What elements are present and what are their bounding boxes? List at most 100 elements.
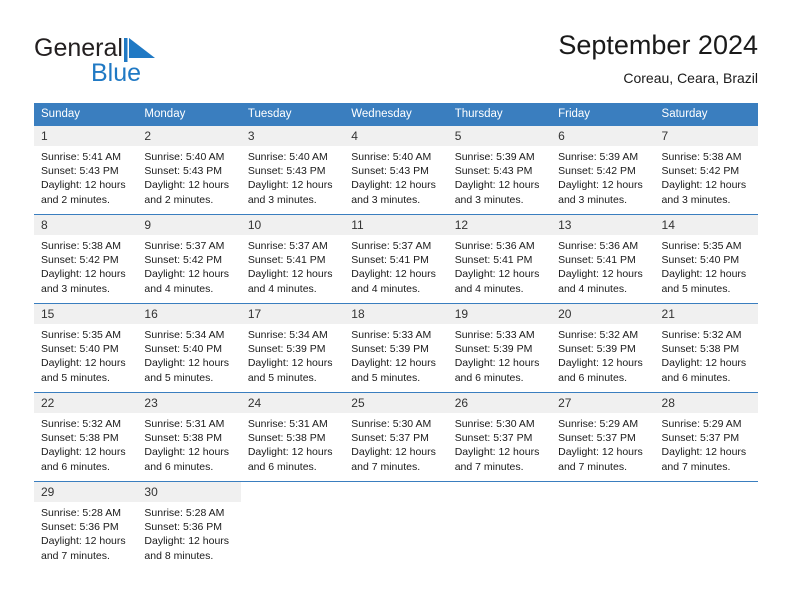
calendar-day-cell[interactable]: 26 Sunrise: 5:30 AM Sunset: 5:37 PM Dayligh… — [447, 392, 552, 482]
daylight-text-line2: and 2 minutes. — [41, 193, 110, 206]
calendar-day-cell-empty — [447, 481, 552, 570]
sunset-text: Sunset: 5:39 PM — [454, 343, 533, 356]
sunrise-text: Sunrise: 5:28 AM — [144, 507, 225, 519]
calendar-day-cell[interactable]: 25 Sunrise: 5:30 AM Sunset: 5:37 PM Dayligh… — [344, 392, 448, 482]
daylight-text-line2: and 4 minutes. — [454, 282, 524, 295]
calendar-day-cell[interactable]: 7 Sunrise: 5:38 AM Sunset: 5:42 PM Daylight… — [654, 125, 758, 215]
daylight-text-line2: and 5 minutes. — [351, 371, 421, 384]
calendar-day-cell[interactable]: 15 Sunrise: 5:35 AM Sunset: 5:40 PM Dayligh… — [34, 303, 138, 393]
calendar-day-cell[interactable]: 4 Sunrise: 5:40 AM Sunset: 5:43 PM Daylight… — [344, 125, 448, 215]
day-info: Sunrise: 5:30 AM Sunset: 5:37 PM Daylight:… — [344, 413, 447, 474]
daylight-text-line2: and 7 minutes. — [661, 460, 731, 473]
calendar-day-cell[interactable]: 16 Sunrise: 5:34 AM Sunset: 5:40 PM Dayligh… — [137, 303, 241, 393]
calendar-day-cell[interactable]: 9 Sunrise: 5:37 AM Sunset: 5:42 PM Daylight… — [137, 214, 241, 304]
calendar-day-cell[interactable]: 13 Sunrise: 5:36 AM Sunset: 5:41 PM Dayligh… — [551, 214, 655, 304]
sunrise-text: Sunrise: 5:34 AM — [144, 329, 225, 341]
calendar-day-cell[interactable]: 5 Sunrise: 5:39 AM Sunset: 5:43 PM Daylight… — [447, 125, 552, 215]
sunset-text: Sunset: 5:40 PM — [661, 254, 740, 267]
calendar-day-cell[interactable]: 12 Sunrise: 5:36 AM Sunset: 5:41 PM Dayligh… — [447, 214, 552, 304]
day-number: 23 — [137, 393, 241, 413]
day-number: 19 — [447, 304, 552, 324]
daylight-text-line1: Daylight: 12 hours — [144, 268, 230, 281]
day-number: 18 — [344, 304, 448, 324]
calendar-day-cell[interactable]: 3 Sunrise: 5:40 AM Sunset: 5:43 PM Daylight… — [240, 125, 345, 215]
daylight-text-line1: Daylight: 12 hours — [41, 179, 126, 192]
brand-logo[interactable]: General Blue — [34, 34, 254, 92]
calendar-day-cell[interactable]: 11 Sunrise: 5:37 AM Sunset: 5:41 PM Dayligh… — [344, 214, 448, 304]
daylight-text-line2: and 7 minutes. — [558, 460, 627, 473]
daylight-text-line2: and 4 minutes. — [558, 282, 627, 295]
calendar-day-cell[interactable]: 28 Sunrise: 5:29 AM Sunset: 5:37 PM Dayligh… — [654, 392, 758, 482]
calendar-day-cell[interactable]: 8 Sunrise: 5:38 AM Sunset: 5:42 PM Daylight… — [34, 214, 138, 304]
daylight-text-line1: Daylight: 12 hours — [144, 535, 230, 548]
day-number: 11 — [344, 215, 448, 235]
daylight-text-line1: Daylight: 12 hours — [247, 179, 333, 192]
day-number: 12 — [447, 215, 552, 235]
sunset-text: Sunset: 5:41 PM — [454, 254, 533, 267]
daylight-text-line2: and 5 minutes. — [41, 371, 110, 384]
sunset-text: Sunset: 5:36 PM — [144, 521, 223, 534]
daylight-text-line2: and 5 minutes. — [144, 371, 214, 384]
sunrise-text: Sunrise: 5:40 AM — [351, 151, 432, 163]
day-number: 16 — [137, 304, 241, 324]
daylight-text-line2: and 7 minutes. — [41, 549, 110, 562]
calendar-day-cell[interactable]: 10 Sunrise: 5:37 AM Sunset: 5:41 PM Dayligh… — [240, 214, 345, 304]
calendar-day-cell[interactable]: 6 Sunrise: 5:39 AM Sunset: 5:42 PM Daylight… — [551, 125, 655, 215]
sunrise-text: Sunrise: 5:34 AM — [247, 329, 328, 341]
day-info: Sunrise: 5:39 AM Sunset: 5:43 PM Daylight:… — [448, 146, 551, 207]
calendar-day-cell[interactable]: 22 Sunrise: 5:32 AM Sunset: 5:38 PM Dayligh… — [34, 392, 138, 482]
day-number: 20 — [551, 304, 655, 324]
calendar-day-cell[interactable]: 1 Sunrise: 5:41 AM Sunset: 5:43 PM Daylight… — [34, 125, 138, 215]
sunrise-text: Sunrise: 5:39 AM — [454, 151, 535, 163]
day-number: 10 — [240, 215, 345, 235]
calendar-day-cell[interactable]: 24 Sunrise: 5:31 AM Sunset: 5:38 PM Dayligh… — [240, 392, 345, 482]
day-info: Sunrise: 5:31 AM Sunset: 5:38 PM Daylight:… — [241, 413, 344, 474]
daylight-text-line1: Daylight: 12 hours — [247, 357, 333, 370]
day-number: 28 — [654, 393, 758, 413]
daylight-text-line2: and 3 minutes. — [41, 282, 110, 295]
day-number: 1 — [34, 126, 138, 146]
sunrise-text: Sunrise: 5:38 AM — [41, 240, 121, 252]
brand-word-blue: Blue — [91, 59, 142, 87]
daylight-text-line2: and 6 minutes. — [558, 371, 627, 384]
calendar-day-cell[interactable]: 17 Sunrise: 5:34 AM Sunset: 5:39 PM Dayligh… — [240, 303, 345, 393]
daylight-text-line2: and 6 minutes. — [247, 460, 317, 473]
sunset-text: Sunset: 5:43 PM — [41, 165, 119, 178]
calendar-day-cell[interactable]: 23 Sunrise: 5:31 AM Sunset: 5:38 PM Dayligh… — [137, 392, 241, 482]
calendar-day-cell[interactable]: 18 Sunrise: 5:33 AM Sunset: 5:39 PM Dayligh… — [344, 303, 448, 393]
sunrise-text: Sunrise: 5:40 AM — [144, 151, 225, 163]
daylight-text-line2: and 6 minutes. — [661, 371, 731, 384]
calendar-day-cell[interactable]: 2 Sunrise: 5:40 AM Sunset: 5:43 PM Daylight… — [137, 125, 241, 215]
calendar-day-cell[interactable]: 14 Sunrise: 5:35 AM Sunset: 5:40 PM Dayligh… — [654, 214, 758, 304]
calendar-day-cell[interactable]: 27 Sunrise: 5:29 AM Sunset: 5:37 PM Dayligh… — [551, 392, 655, 482]
day-number: 9 — [137, 215, 241, 235]
daylight-text-line1: Daylight: 12 hours — [661, 179, 747, 192]
calendar-day-cell[interactable]: 30 Sunrise: 5:28 AM Sunset: 5:36 PM Dayligh… — [137, 481, 241, 570]
day-number: 24 — [240, 393, 345, 413]
day-info: Sunrise: 5:35 AM Sunset: 5:40 PM Daylight:… — [655, 235, 758, 296]
calendar-day-cell[interactable]: 20 Sunrise: 5:32 AM Sunset: 5:39 PM Dayligh… — [551, 303, 655, 393]
sunset-text: Sunset: 5:42 PM — [558, 165, 636, 178]
daylight-text-line2: and 3 minutes. — [247, 193, 317, 206]
sunrise-text: Sunrise: 5:41 AM — [41, 151, 121, 163]
day-info: Sunrise: 5:32 AM Sunset: 5:38 PM Daylight:… — [655, 324, 758, 385]
sunset-text: Sunset: 5:43 PM — [454, 165, 533, 178]
day-number: 22 — [34, 393, 138, 413]
day-info: Sunrise: 5:37 AM Sunset: 5:42 PM Daylight:… — [137, 235, 240, 296]
day-number: 25 — [344, 393, 448, 413]
day-number: 14 — [654, 215, 758, 235]
calendar-day-cell[interactable]: 19 Sunrise: 5:33 AM Sunset: 5:39 PM Dayligh… — [447, 303, 552, 393]
day-number: 21 — [654, 304, 758, 324]
brand-word-general: General — [34, 34, 123, 62]
sunset-text: Sunset: 5:37 PM — [661, 432, 740, 445]
daylight-text-line1: Daylight: 12 hours — [41, 535, 126, 548]
daylight-text-line2: and 7 minutes. — [351, 460, 421, 473]
day-info: Sunrise: 5:29 AM Sunset: 5:37 PM Daylight:… — [551, 413, 654, 474]
daylight-text-line2: and 7 minutes. — [454, 460, 524, 473]
calendar-day-cell[interactable]: 21 Sunrise: 5:32 AM Sunset: 5:38 PM Dayligh… — [654, 303, 758, 393]
sunset-text: Sunset: 5:41 PM — [351, 254, 429, 267]
day-info: Sunrise: 5:33 AM Sunset: 5:39 PM Daylight:… — [344, 324, 447, 385]
calendar-day-cell[interactable]: 29 Sunrise: 5:28 AM Sunset: 5:36 PM Dayligh… — [34, 481, 138, 570]
page-title: September 2024 — [558, 30, 758, 60]
day-number: 26 — [447, 393, 552, 413]
